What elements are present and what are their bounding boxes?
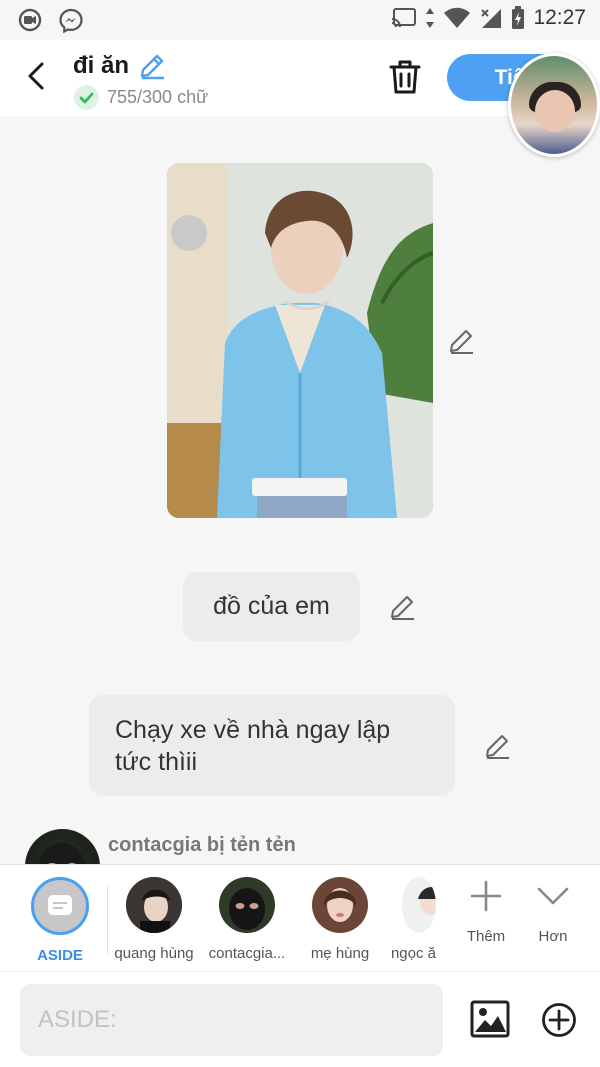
avatar-face: [535, 90, 575, 132]
input-bar: [0, 971, 600, 1067]
character-avatar: [312, 877, 368, 933]
messenger-icon: [59, 8, 83, 34]
character-contacgia[interactable]: contacgia...: [201, 877, 293, 962]
image-icon[interactable]: [470, 1000, 510, 1038]
floating-avatar[interactable]: [508, 53, 600, 157]
character-ngoc[interactable]: ngọc ă: [388, 877, 436, 962]
message-bubble[interactable]: Chạy xe về nhà ngay lập tức thìii: [89, 695, 455, 796]
edit-message-icon[interactable]: [388, 593, 416, 621]
character-quang-hung[interactable]: quang hùng: [108, 877, 200, 962]
less-label: Hơn: [538, 928, 568, 945]
trash-icon[interactable]: [388, 58, 422, 96]
verified-check-icon: [74, 85, 99, 110]
data-arrows-icon: [426, 8, 435, 28]
status-time: 12:27: [533, 6, 586, 29]
edit-message-icon[interactable]: [447, 327, 475, 355]
character-avatar: [402, 877, 436, 933]
character-label: quang hùng: [114, 945, 194, 962]
photo-image: [167, 163, 433, 518]
chevron-down-icon: [537, 887, 569, 905]
cell-signal-icon: [481, 9, 502, 28]
character-aside[interactable]: ASIDE: [14, 877, 106, 964]
message-photo[interactable]: [167, 163, 433, 518]
more-label: Thêm: [466, 928, 506, 945]
status-bar: 12:27: [0, 0, 600, 40]
character-label: ASIDE: [37, 947, 83, 964]
back-arrow-icon[interactable]: [22, 60, 52, 92]
message-bubble[interactable]: đồ của em: [183, 572, 360, 641]
cast-icon: [392, 8, 417, 28]
character-avatar: [219, 877, 275, 933]
character-label: ngọc ă: [390, 945, 436, 962]
less-button[interactable]: Hơn: [523, 879, 583, 945]
edit-message-icon[interactable]: [483, 732, 511, 760]
character-label: contacgia...: [208, 945, 286, 962]
page-title: đi ăn: [73, 52, 130, 79]
more-button[interactable]: Thêm: [456, 879, 516, 945]
aside-avatar: [31, 877, 89, 935]
battery-icon: [512, 6, 525, 29]
character-me-hung[interactable]: mẹ hùng: [294, 877, 386, 962]
edit-title-icon[interactable]: [138, 52, 166, 80]
message-input[interactable]: [20, 984, 443, 1056]
character-bar: ASIDE quang hùng contacgia... mẹ hùng ng…: [0, 864, 600, 971]
video-call-icon: [18, 8, 42, 32]
character-label: mẹ hùng: [310, 945, 370, 962]
sender-name: contacgia bị tẻn tẻn: [108, 834, 296, 856]
add-circle-icon[interactable]: [541, 1002, 577, 1038]
character-avatar: [126, 877, 182, 933]
plus-icon: [470, 880, 502, 912]
word-count: 755/300 chữ: [107, 87, 209, 107]
wifi-icon: [444, 7, 471, 28]
